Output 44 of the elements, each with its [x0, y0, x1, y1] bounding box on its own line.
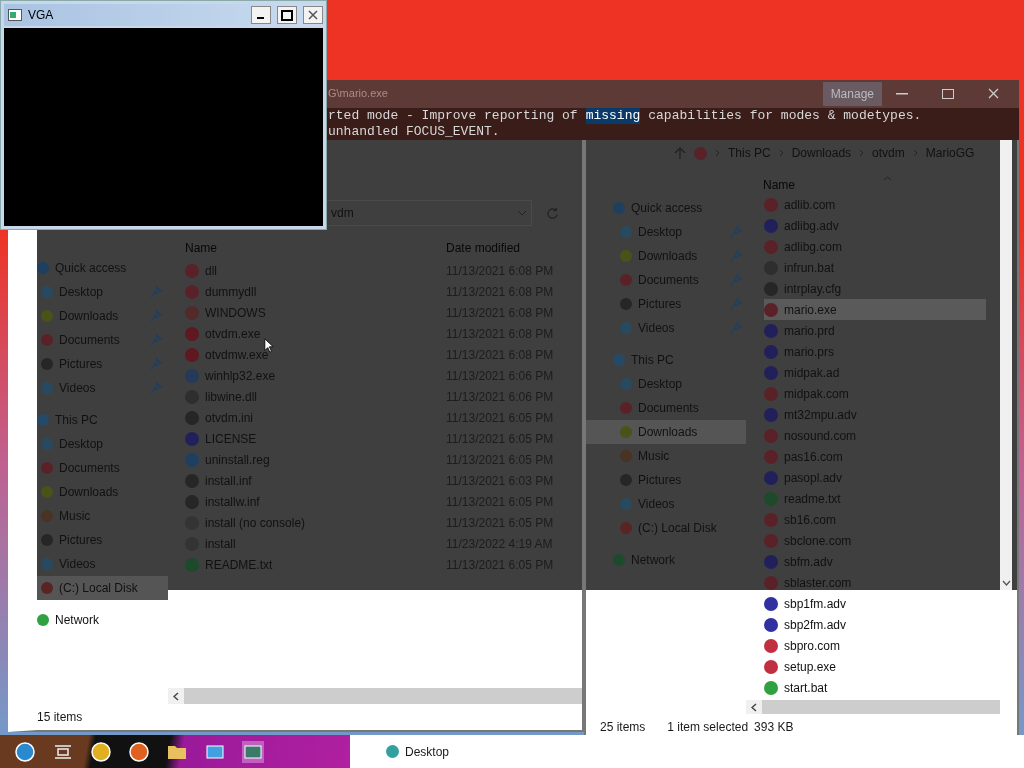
file-row[interactable]: setup.exe [764, 656, 986, 677]
sidebar-item[interactable]: Desktop [386, 742, 450, 761]
console-text: capabilities for modes & modetypes. [648, 108, 922, 124]
scroll-left-icon[interactable] [751, 702, 757, 712]
file-row[interactable]: sbpro.com [764, 635, 986, 656]
window-title: G\mario.exe [328, 86, 388, 102]
vertical-scrollbar[interactable] [1000, 140, 1012, 590]
minimize-button[interactable] [251, 6, 271, 24]
app-icon[interactable] [242, 740, 264, 763]
maximize-button[interactable] [277, 6, 297, 24]
console-text: missing [585, 108, 641, 124]
file-row[interactable]: mario.exe [764, 299, 986, 320]
close-button[interactable] [303, 6, 323, 24]
window-title: VGA [28, 7, 55, 24]
console-text: unhandled FOCUS_EVENT. [328, 124, 500, 140]
status-text: 1 item selected [667, 719, 749, 736]
file-row[interactable]: start.bat [764, 677, 986, 698]
maximize-icon [281, 9, 293, 21]
status-text: 15 items [37, 709, 83, 726]
status-text: 393 KB [754, 719, 794, 736]
sort-caret-icon [883, 176, 892, 181]
chevron-right-icon [859, 149, 865, 157]
sidebar-item[interactable]: Network [37, 608, 168, 632]
sidebar-item[interactable]: Downloads [586, 420, 746, 444]
console-text: rted mode - Improve reporting of [328, 108, 578, 124]
horizontal-scrollbar[interactable] [168, 688, 582, 704]
scroll-down-icon[interactable] [1001, 580, 1011, 586]
chevron-right-icon [715, 149, 720, 157]
maximize-icon[interactable] [942, 88, 954, 99]
close-icon[interactable] [988, 88, 999, 99]
app-icon [8, 9, 22, 21]
status-text: 25 items [600, 719, 646, 736]
horizontal-scrollbar[interactable] [746, 700, 1000, 714]
chevron-right-icon [912, 149, 918, 157]
close-icon [308, 10, 318, 20]
folder-icon [694, 146, 707, 160]
start-orb-icon[interactable] [14, 740, 36, 763]
chevron-right-icon [778, 149, 784, 157]
ribbon-tab[interactable]: Manage [822, 81, 882, 106]
minimize-icon[interactable] [896, 92, 908, 95]
file-row[interactable]: sbp2fm.adv [764, 614, 986, 635]
sidebar-item[interactable]: (C:) Local Disk [37, 576, 168, 600]
file-row[interactable]: sbp1fm.adv [764, 593, 986, 614]
scroll-left-icon[interactable] [173, 691, 179, 701]
